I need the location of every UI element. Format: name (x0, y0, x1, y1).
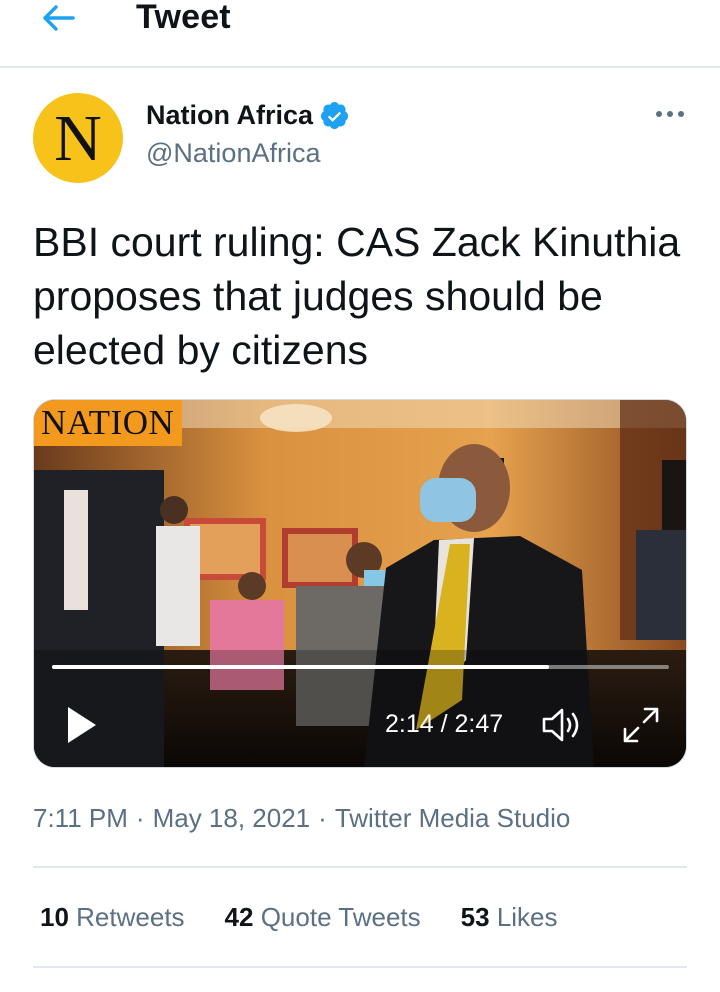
top-header: Tweet (0, 0, 720, 68)
avatar-letter: N (54, 102, 102, 175)
tweet-time[interactable]: 7:11 PM (33, 803, 128, 833)
divider (33, 966, 687, 968)
quote-tweets-label: Quote Tweets (260, 902, 421, 932)
more-dots-icon (656, 111, 684, 117)
video-player[interactable]: NATION 2:14 / 2:47 (33, 399, 687, 768)
fullscreen-icon (623, 707, 659, 743)
retweets-label: Retweets (76, 902, 185, 932)
tweet-source[interactable]: Twitter Media Studio (335, 803, 571, 833)
meta-separator: · (135, 803, 145, 833)
meta-separator: · (318, 803, 327, 833)
volume-icon (542, 708, 579, 742)
nation-logo-text: NATION (41, 403, 175, 442)
likes-count: 53 (460, 902, 490, 932)
author-handle[interactable]: @NationAfrica (146, 137, 320, 169)
retweets-stat[interactable]: 10 Retweets (40, 901, 185, 933)
fullscreen-button[interactable] (619, 703, 663, 747)
quote-tweets-stat[interactable]: 42 Quote Tweets (225, 901, 421, 933)
tweet-text: BBI court ruling: CAS Zack Kinuthia prop… (33, 219, 681, 373)
more-options-button[interactable] (652, 102, 688, 126)
tweet-date[interactable]: May 18, 2021 (153, 803, 311, 833)
avatar[interactable]: N (33, 93, 123, 183)
play-button[interactable] (62, 703, 102, 747)
back-button[interactable] (38, 0, 78, 36)
author-name-row: Nation Africa (146, 99, 350, 131)
nation-logo: NATION (34, 400, 183, 446)
video-frame (34, 400, 686, 767)
author-display-name[interactable]: Nation Africa (146, 99, 313, 131)
quote-tweets-count: 42 (224, 902, 254, 932)
likes-label: Likes (496, 902, 558, 932)
verified-badge-icon (319, 100, 350, 131)
arrow-left-icon (43, 5, 75, 31)
likes-stat[interactable]: 53 Likes (461, 901, 558, 933)
retweets-count: 10 (40, 902, 69, 932)
play-icon (68, 707, 96, 743)
divider (33, 866, 687, 868)
volume-button[interactable] (539, 703, 587, 747)
tweet-meta: 7:11 PM · May 18, 2021 · Twitter Media Studi… (33, 802, 570, 834)
video-progress-bar[interactable] (52, 665, 669, 669)
page-title: Tweet (136, 0, 231, 36)
tweet-stats: 10 Retweets 42 Quote Tweets 53 Likes (40, 901, 598, 933)
video-time-readout: 2:14 / 2:47 (385, 710, 504, 738)
video-progress-fill (52, 665, 549, 669)
